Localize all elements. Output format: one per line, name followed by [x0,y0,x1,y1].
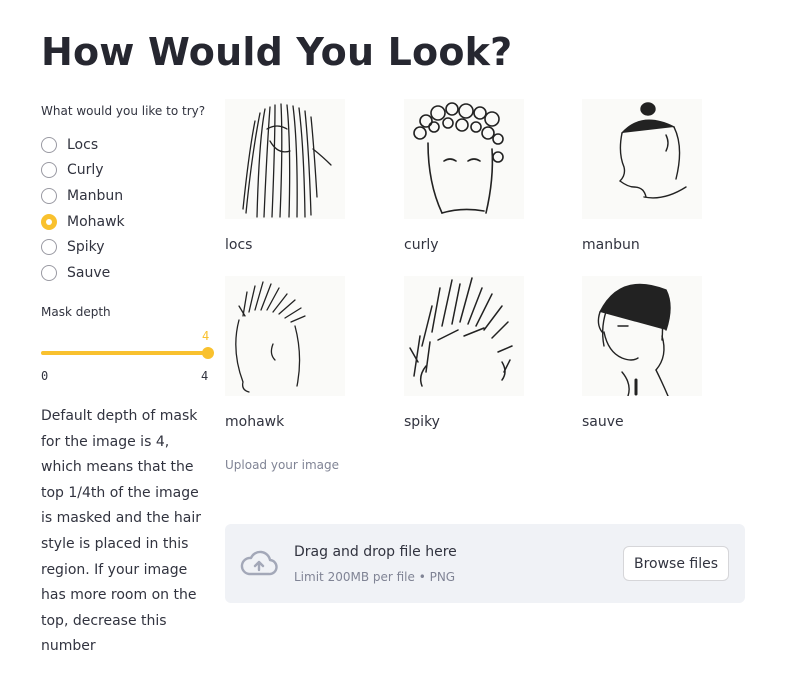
mask-depth-value: 4 [202,329,210,343]
curly-hairstyle-image [404,99,524,219]
radio-option-spiky[interactable]: Spiky [41,234,213,260]
radio-option-curly[interactable]: Curly [41,158,213,184]
file-dropzone[interactable]: Drag and drop file here Limit 200MB per … [225,524,745,603]
gallery-caption: spiky [404,414,440,430]
locs-hairstyle-image [225,99,345,219]
radio-circle[interactable] [41,264,57,281]
radio-option-label: Manbun [67,187,124,204]
mask-depth-slider-thumb[interactable] [202,347,214,359]
radio-circle[interactable] [41,162,57,179]
slider-min-label: 0 [41,369,49,383]
radio-option-mohawk[interactable]: Mohawk [41,209,213,235]
page-title: How Would You Look? [41,30,513,74]
radio-option-label: Mohawk [67,213,125,230]
dropzone-limit: Limit 200MB per file • PNG [294,570,456,584]
style-picker: What would you like to try? Locs Curly M… [41,104,213,286]
radio-circle[interactable] [41,136,57,153]
radio-circle-selected[interactable] [41,213,57,230]
gallery-caption: curly [404,237,439,253]
gallery-caption: manbun [582,237,640,253]
gallery-caption: locs [225,237,253,253]
gallery-item-mohawk: mohawk [225,276,375,430]
sauve-hairstyle-image [582,276,702,396]
gallery-item-curly: curly [404,99,554,253]
cloud-upload-icon [240,550,278,576]
radio-option-locs[interactable]: Locs [41,132,213,158]
manbun-hairstyle-image [582,99,702,219]
radio-option-label: Locs [67,136,99,153]
gallery-item-manbun: manbun [582,99,732,253]
mask-depth-label: Mask depth [41,305,111,319]
radio-option-sauve[interactable]: Sauve [41,260,213,286]
radio-option-manbun[interactable]: Manbun [41,183,213,209]
style-radio-group: Locs Curly Manbun Mohawk Spiky Sauve [41,132,213,286]
spiky-hairstyle-image [404,276,524,396]
gallery-caption: sauve [582,414,624,430]
gallery-caption: mohawk [225,414,285,430]
upload-label: Upload your image [225,458,340,472]
radio-option-label: Sauve [67,264,111,281]
mohawk-hairstyle-image [225,276,345,396]
dropzone-title: Drag and drop file here [294,544,457,560]
mask-depth-slider-track[interactable] [41,351,209,355]
style-picker-label: What would you like to try? [41,104,206,118]
radio-circle[interactable] [41,187,57,204]
gallery-item-locs: locs [225,99,375,253]
radio-option-label: Spiky [67,239,105,256]
browse-files-button[interactable]: Browse files [623,546,729,581]
radio-option-label: Curly [67,162,104,179]
gallery-item-sauve: sauve [582,276,732,430]
mask-depth-description: Default depth of mask for the image is 4… [41,408,202,655]
gallery-item-spiky: spiky [404,276,554,430]
radio-circle[interactable] [41,239,57,256]
slider-max-label: 4 [201,369,209,383]
